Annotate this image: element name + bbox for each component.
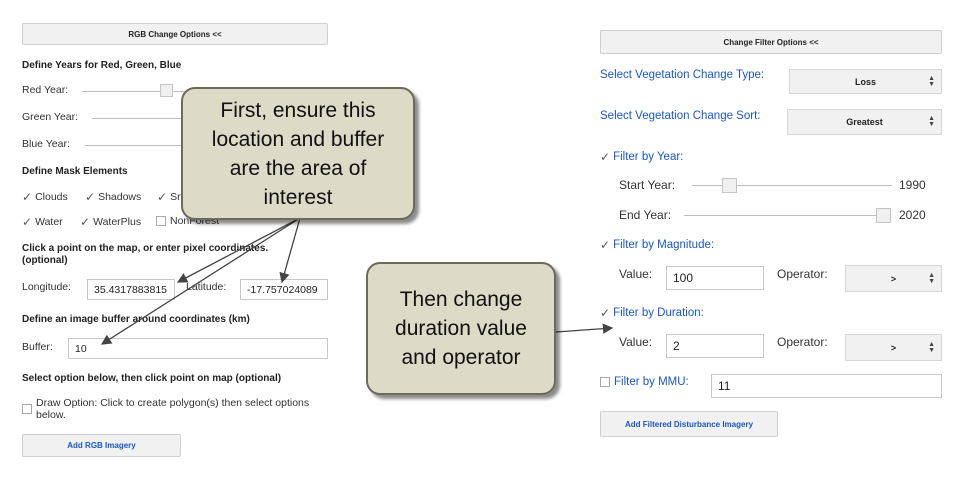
callout-location-buffer: First, ensure this location and buffer a… [181, 87, 415, 220]
callout-arrows [100, 217, 614, 345]
arrow-to-buffer [100, 217, 301, 345]
callout-duration: Then change duration value and operator [366, 262, 556, 395]
arrow-to-longitude [176, 217, 301, 283]
arrow-to-duration [555, 323, 614, 334]
